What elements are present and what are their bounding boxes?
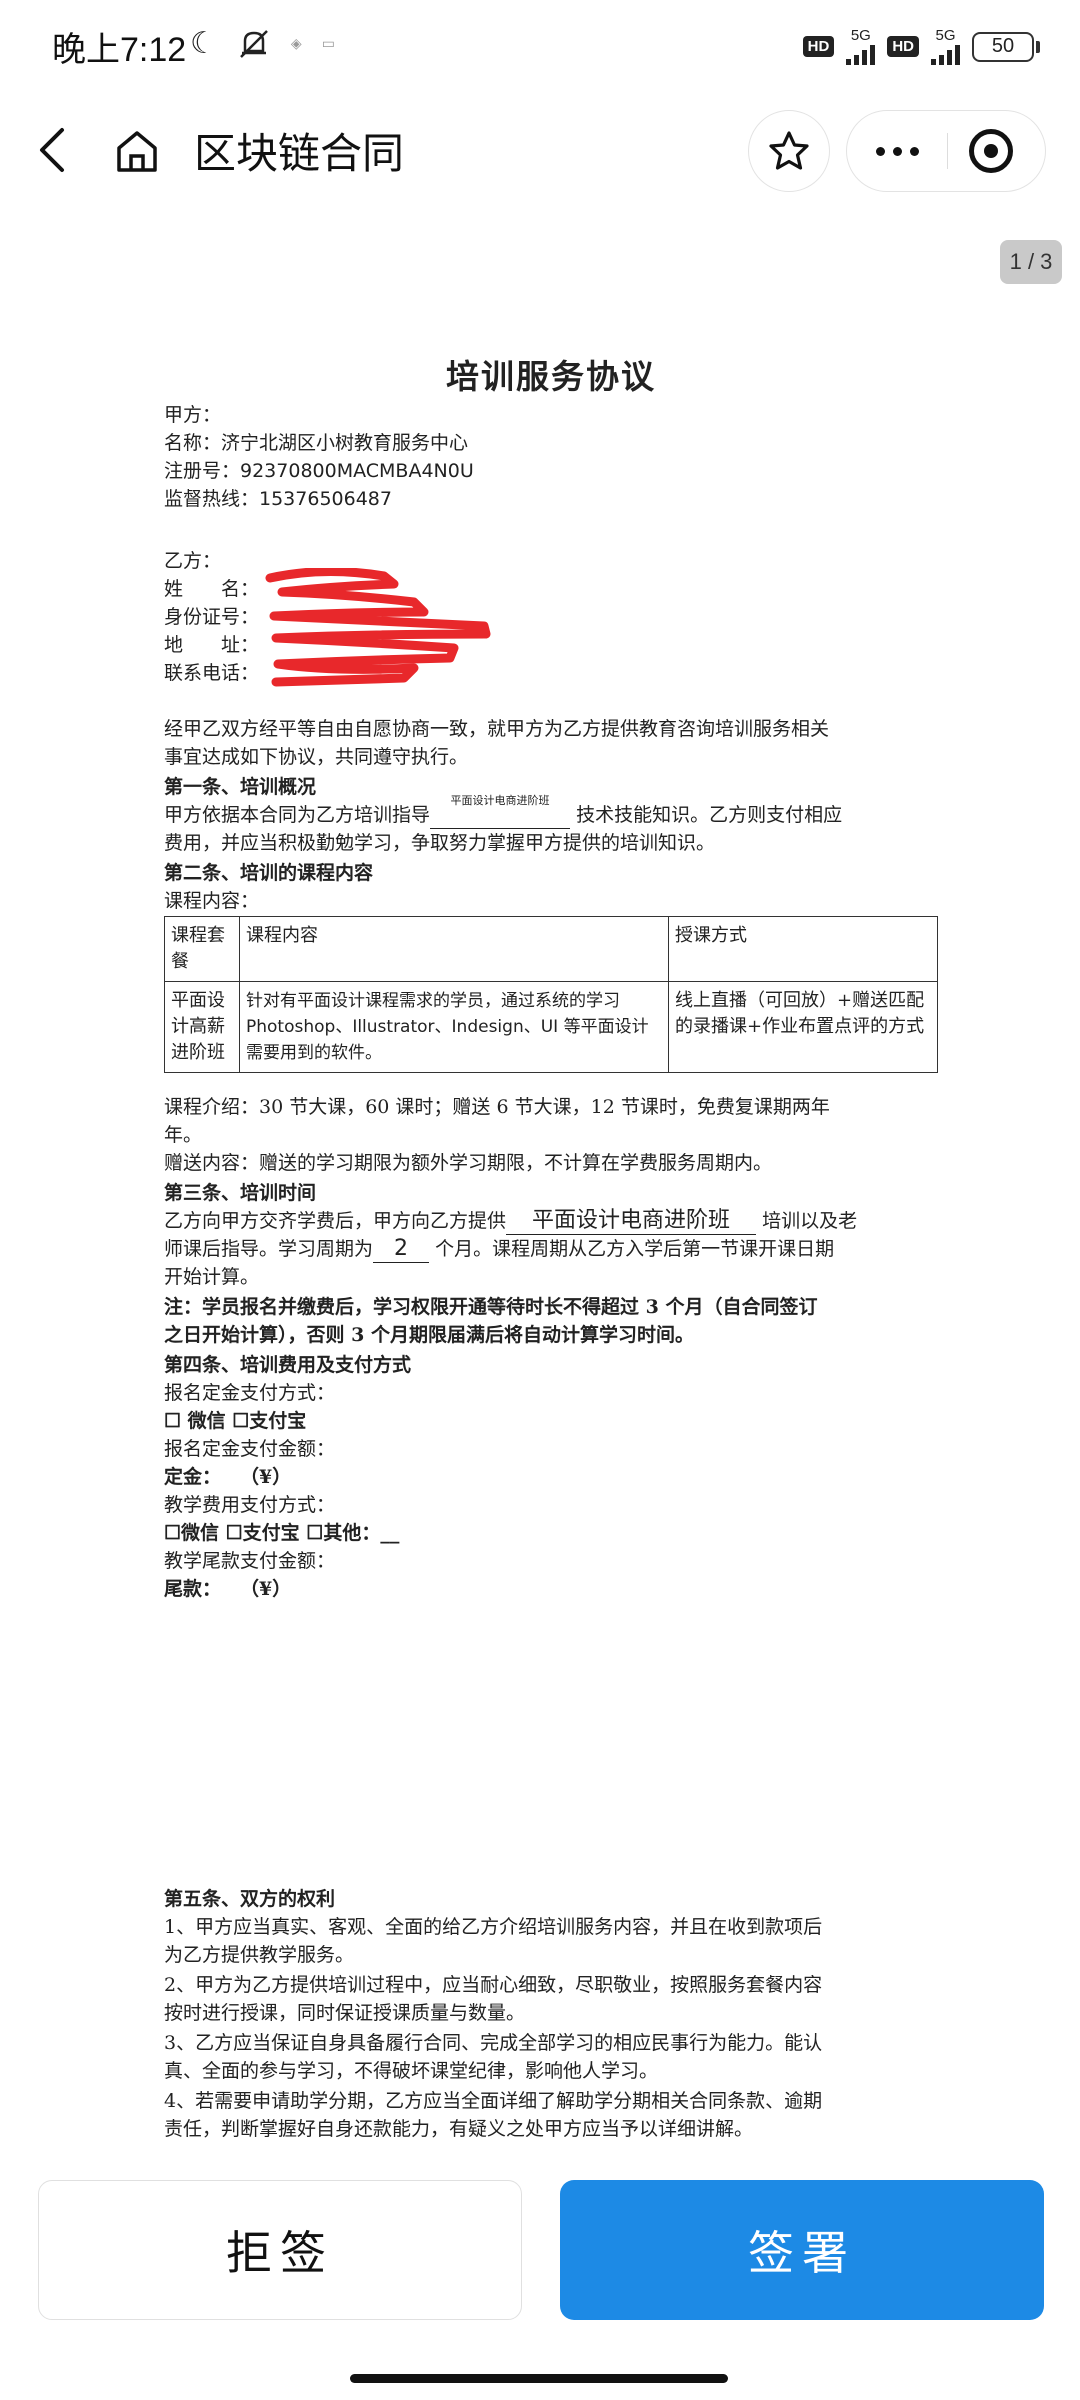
signal-2: 5G: [931, 28, 960, 65]
article-3-title: 第三条、培训时间: [164, 1182, 317, 1204]
article-3-line-1: 乙方向甲方交齐学费后，甲方向乙方提供 平面设计电商进阶班 培训以及老: [164, 1208, 858, 1235]
mini-program-capsule: [846, 110, 1046, 192]
article-5-line: 4、若需要申请助学分期，乙方应当全面详细了解助学分期相关合同条款、逾期: [164, 2090, 823, 2112]
party-a-hotline: 监督热线：15376506487: [164, 488, 392, 510]
table-header-cell: 课程套餐: [164, 916, 240, 982]
signal-icon: [931, 43, 960, 65]
course-intro-line-2: 年。: [164, 1124, 203, 1146]
network-type: 5G: [850, 27, 871, 44]
status-icons: ☾ ◈ ▭: [190, 26, 335, 61]
favorite-button[interactable]: [748, 110, 830, 192]
course-intro-line-1: 课程介绍：30 节大课，60 课时；赠送 6 节大课，12 节课时，免费复课期两…: [164, 1096, 830, 1118]
article-2-label: 课程内容：: [164, 890, 260, 912]
reject-button[interactable]: 拒签: [38, 2180, 522, 2320]
tuition-method-label: 教学费用支付方式：: [164, 1494, 336, 1516]
wifi-icon: ◈: [290, 35, 302, 52]
table-row: 平面设计高薪进阶班 针对有平面设计课程需求的学员，通过系统的学习 Photosh…: [164, 981, 938, 1073]
home-indicator[interactable]: [350, 2374, 728, 2383]
article-5-line: 2、甲方为乙方提供培训过程中，应当耐心细致，尽职敬业，按照服务套餐内容: [164, 1974, 823, 1996]
back-icon: [40, 128, 64, 172]
article-5-line: 按时进行授课，同时保证授课质量与数量。: [164, 2002, 526, 2024]
party-b-address: 地 址：: [164, 634, 260, 656]
moon-icon: ☾: [190, 26, 217, 61]
article-1-line-2: 费用，并应当积极勤勉学习，争取努力掌握甲方提供的培训知识。: [164, 832, 716, 854]
article-5-line: 3、乙方应当保证自身具备履行合同、完成全部学习的相应民事行为能力。能认: [164, 2032, 823, 2054]
status-right: HD 5G HD 5G 50: [802, 27, 1040, 65]
capsule-divider: [947, 133, 948, 169]
article-1-title: 第一条、培训概况: [164, 776, 317, 798]
battery-level: 50: [991, 35, 1015, 57]
mute-icon: [240, 29, 268, 58]
table-cell: 针对有平面设计课程需求的学员，通过系统的学习 Photoshop、Illustr…: [239, 981, 669, 1073]
fill-course-name: 平面设计电商进阶班: [450, 794, 550, 807]
more-button[interactable]: [847, 111, 947, 191]
article-3-line-2: 师课后指导。学习周期为 2 个月。课程周期从乙方入学后第一节课开课日期: [164, 1236, 835, 1263]
article-5-line: 真、全面的参与学习，不得破坏课堂纪律，影响他人学习。: [164, 2060, 659, 2082]
party-a-label: 甲方：: [164, 404, 222, 426]
network-type: 5G: [935, 27, 956, 44]
back-button[interactable]: [30, 122, 78, 178]
table-header-cell: 授课方式: [668, 916, 938, 982]
signal-1: 5G: [846, 27, 876, 65]
nav-bar: 区块链合同: [0, 96, 1080, 206]
star-icon: [769, 131, 809, 170]
article-5-line: 为乙方提供教学服务。: [164, 1944, 355, 1966]
article-5-line: 责任，判断掌握好自身还款能力，有疑义之处甲方应当予以详细讲解。: [164, 2118, 754, 2140]
page-title: 区块链合同: [194, 129, 405, 178]
gift-content: 赠送内容：赠送的学习期限为额外学习期限，不计算在学费服务周期内。: [164, 1152, 773, 1174]
target-icon: [984, 144, 998, 158]
article-2-title: 第二条、培训的课程内容: [164, 862, 374, 884]
document-title: 培训服务协议: [446, 357, 656, 396]
table-cell: 平面设计高薪进阶班: [164, 981, 240, 1073]
balance-amount: 尾款： （¥）: [164, 1578, 292, 1600]
more-icon: [875, 146, 885, 156]
deposit-options: ☐ 微信 ☐支付宝: [164, 1410, 307, 1432]
battery-icon: 50: [972, 31, 1040, 62]
note-line-2: 之日开始计算），否则 3 个月期限届满后将自动计算学习时间。: [164, 1324, 694, 1346]
party-a-name: 名称：济宁北湖区小树教育服务中心: [164, 432, 469, 454]
article-3-line-3: 开始计算。: [164, 1266, 260, 1288]
home-icon: [117, 131, 157, 172]
deposit-amount-label: 报名定金支付金额：: [164, 1438, 336, 1460]
fill-course-name: 平面设计电商进阶班: [506, 1208, 757, 1235]
fill-study-period: 2: [373, 1236, 430, 1263]
hd-badge: HD: [887, 36, 919, 57]
party-a-reg: 注册号：92370800MACMBA4N0U: [164, 460, 474, 482]
table-cell: 线上直播（可回放）+赠送匹配的录播课+作业布置点评的方式: [668, 981, 938, 1073]
intro-line-2: 事宜达成如下协议，共同遵守执行。: [164, 746, 469, 768]
article-1-line-1: 甲方依据本合同为乙方培训指导平面设计电商进阶班 技术技能知识。乙方则支付相应: [164, 794, 842, 829]
intro-line-1: 经甲乙双方经平等自由自愿协商一致，就甲方为乙方提供教育咨询培训服务相关: [164, 718, 830, 740]
signal-icon: [846, 43, 876, 65]
home-button[interactable]: [112, 126, 162, 176]
close-button[interactable]: [969, 129, 1013, 173]
status-time: 晚上7:12: [52, 31, 187, 69]
tuition-options: ☐微信 ☐支付宝 ☐其他：__: [164, 1522, 400, 1544]
redaction-mark: [265, 568, 491, 687]
note-line-1: 注：学员报名并缴费后，学习权限开通等待时长不得超过 3 个月（自合同签订: [164, 1296, 818, 1318]
screen-icon: ▭: [321, 35, 335, 52]
deposit-method-label: 报名定金支付方式：: [164, 1382, 336, 1404]
party-b-label: 乙方：: [164, 550, 222, 572]
article-5-line: 1、甲方应当真实、客观、全面的给乙方介绍培训服务内容，并且在收到款项后: [164, 1916, 823, 1938]
course-table: 课程套餐 课程内容 授课方式 平面设计高薪进阶班 针对有平面设计课程需求的学员，…: [164, 916, 938, 1073]
status-bar: 晚上7:12 ☾ ◈ ▭ HD 5G HD 5G 50: [0, 0, 1080, 96]
party-b-id: 身份证号：: [164, 606, 260, 628]
balance-label: 教学尾款支付金额：: [164, 1550, 336, 1572]
deposit-amount: 定金： （¥）: [164, 1466, 292, 1488]
party-b-phone: 联系电话：: [164, 662, 260, 684]
article-4-title: 第四条、培训费用及支付方式: [164, 1354, 412, 1376]
hd-badge: HD: [802, 36, 835, 57]
table-header-cell: 课程内容: [239, 916, 669, 982]
article-5-title: 第五条、双方的权利: [164, 1888, 336, 1910]
page-indicator: 1 / 3: [1000, 240, 1062, 284]
party-b-name: 姓 名：: [164, 578, 260, 600]
table-header-row: 课程套餐 课程内容 授课方式: [164, 916, 938, 982]
sign-button[interactable]: 签署: [560, 2180, 1044, 2320]
